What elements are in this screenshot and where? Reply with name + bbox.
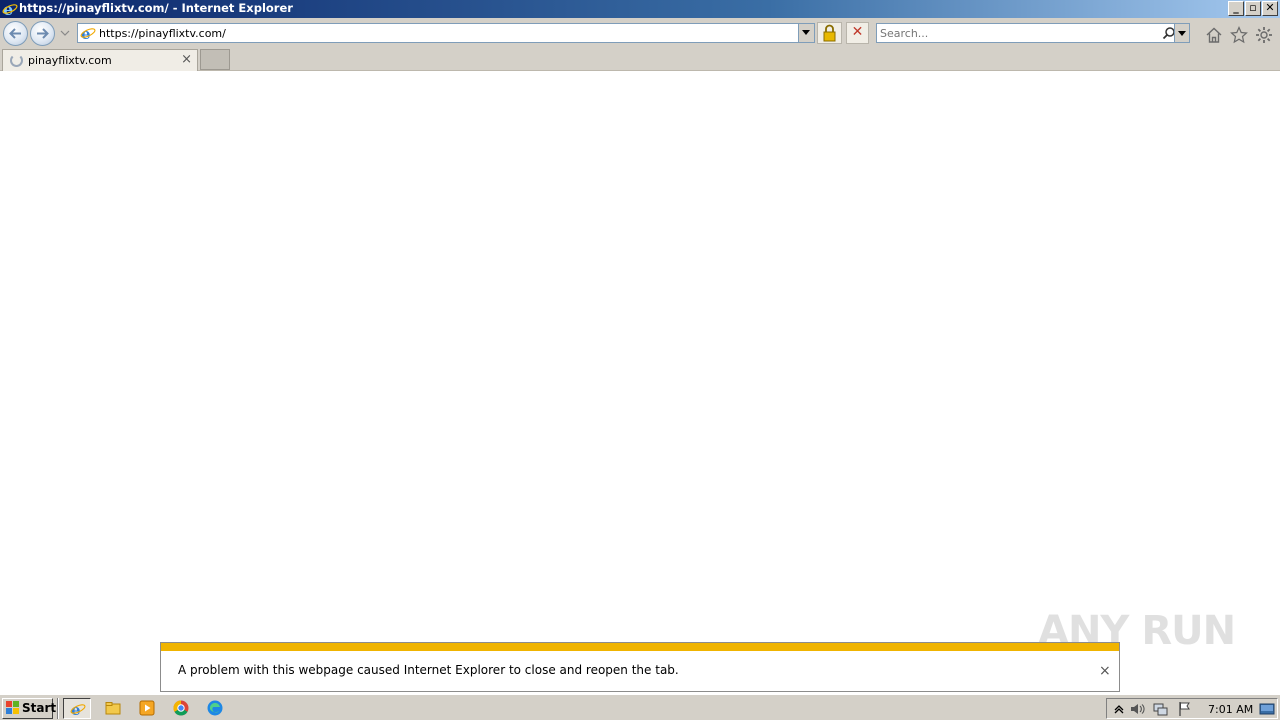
internet-explorer-icon: e: [70, 701, 86, 717]
settings-gear-icon[interactable]: [1255, 26, 1273, 44]
folder-icon: [105, 702, 121, 715]
favorites-star-icon[interactable]: [1230, 26, 1248, 44]
start-label: Start: [22, 701, 57, 715]
address-dropdown-button[interactable]: [798, 24, 814, 42]
chevron-down-icon: [1178, 31, 1186, 36]
restore-icon: ▫: [1249, 1, 1257, 14]
address-bar[interactable]: e https://pinayflixtv.com/: [77, 23, 815, 43]
forward-arrow-icon: [37, 28, 49, 39]
chevron-down-icon: [802, 30, 810, 35]
close-icon: ✕: [1265, 1, 1275, 14]
search-provider-dropdown[interactable]: [1174, 23, 1190, 43]
notification-close-button[interactable]: ×: [1099, 663, 1111, 679]
notification-message: A problem with this webpage caused Inter…: [178, 663, 679, 677]
restore-button[interactable]: ▫: [1245, 1, 1261, 16]
internet-explorer-icon: e: [2, 1, 18, 17]
stop-icon: ✕: [851, 24, 864, 40]
tab-close-button[interactable]: ×: [181, 52, 192, 67]
minimize-button[interactable]: _: [1228, 1, 1244, 16]
start-button[interactable]: Start: [2, 698, 57, 719]
taskbar-edge[interactable]: [201, 698, 229, 719]
chrome-icon: [173, 700, 189, 716]
back-arrow-icon: [9, 28, 21, 39]
page-content: [0, 71, 1280, 694]
stop-button[interactable]: ✕: [846, 22, 869, 44]
close-window-button[interactable]: ✕: [1262, 1, 1278, 16]
volume-icon[interactable]: [1129, 701, 1145, 717]
edge-icon: [207, 700, 223, 716]
taskbar-media-player[interactable]: [133, 698, 161, 719]
window-title: https://pinayflixtv.com/ - Internet Expl…: [19, 1, 293, 15]
home-icon[interactable]: [1205, 26, 1223, 44]
tab-label: pinayflixtv.com: [28, 54, 112, 67]
notification-stripe: [161, 643, 1119, 651]
new-tab-button[interactable]: [200, 49, 230, 70]
show-desktop-icon[interactable]: [1259, 701, 1275, 717]
action-center-flag-icon[interactable]: [1177, 701, 1193, 717]
taskbar-chrome[interactable]: [167, 698, 195, 719]
media-player-icon: [139, 700, 155, 716]
recent-pages-dropdown-icon[interactable]: [60, 28, 70, 38]
clock[interactable]: 7:01 AM: [1208, 703, 1253, 716]
page-favicon-icon: e: [80, 25, 96, 41]
taskbar-divider: [57, 698, 59, 719]
loading-spinner-icon: [10, 54, 23, 67]
lock-icon: [823, 24, 836, 42]
show-hidden-icons-icon[interactable]: [1111, 701, 1127, 717]
notification-bar: A problem with this webpage caused Inter…: [160, 642, 1120, 692]
title-bar: e https://pinayflixtv.com/ - Internet Ex…: [0, 0, 1280, 18]
search-box[interactable]: [876, 23, 1181, 43]
address-url[interactable]: https://pinayflixtv.com/: [99, 27, 226, 40]
security-lock-button[interactable]: [817, 22, 842, 44]
taskbar: Start e 7:01 AM: [0, 694, 1280, 720]
taskbar-internet-explorer[interactable]: e: [63, 698, 91, 719]
forward-button[interactable]: [30, 21, 55, 46]
back-button[interactable]: [3, 21, 28, 46]
system-tray: 7:01 AM: [1106, 698, 1278, 719]
windows-logo-icon: [6, 701, 19, 714]
taskbar-file-explorer[interactable]: [99, 698, 127, 719]
minimize-icon: _: [1233, 1, 1239, 14]
network-icon[interactable]: [1152, 701, 1168, 717]
search-input[interactable]: [880, 26, 1150, 41]
tab-pinayflixtv[interactable]: pinayflixtv.com ×: [2, 49, 198, 71]
